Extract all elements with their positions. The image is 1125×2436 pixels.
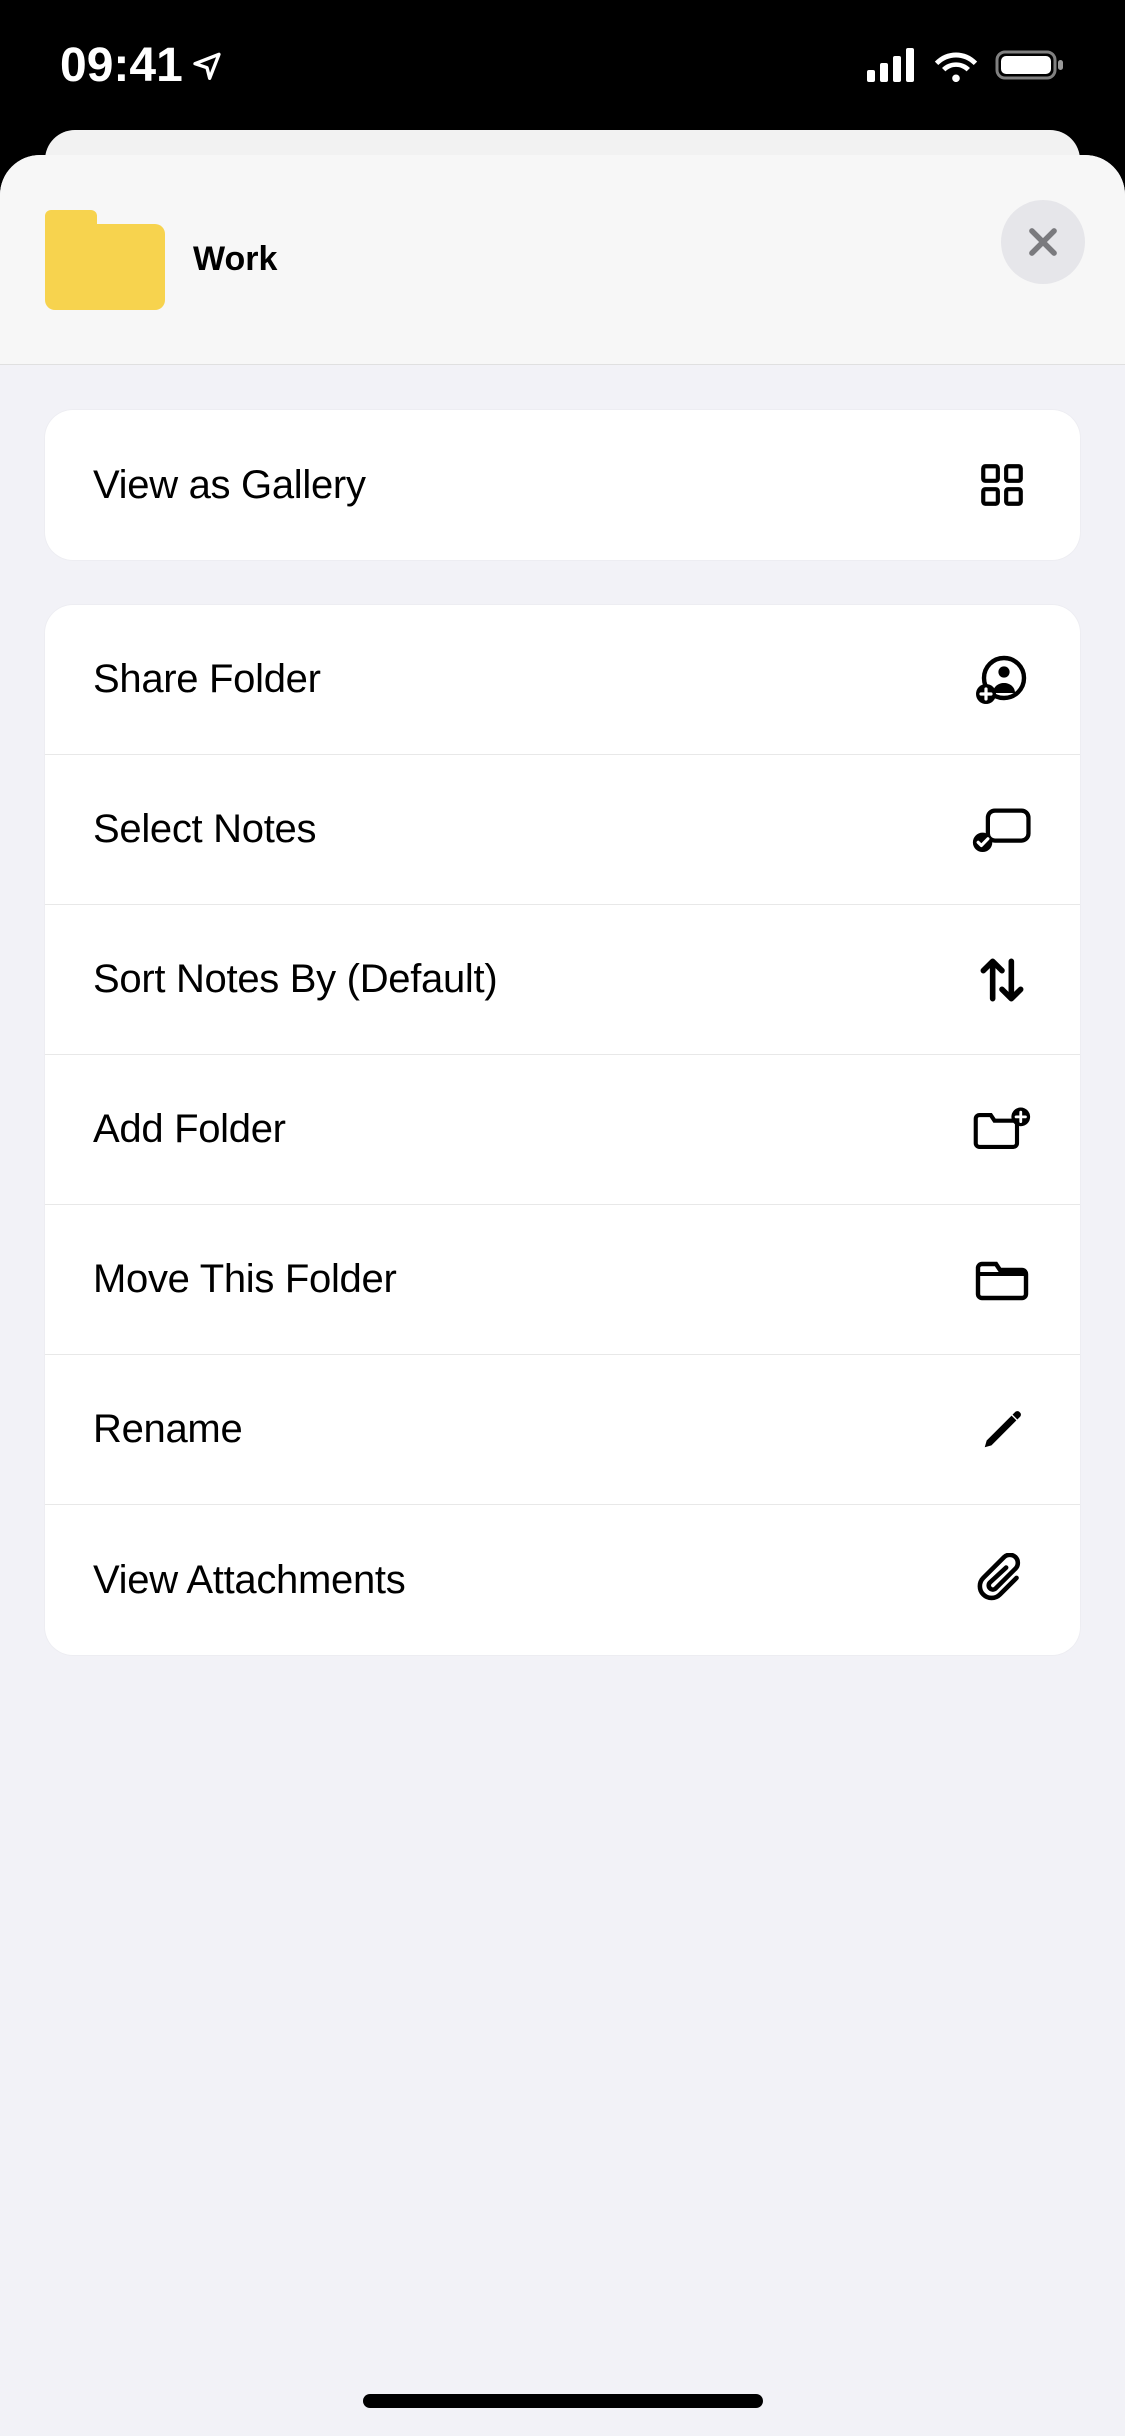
sheet-header: Work: [0, 155, 1125, 365]
menu-label: Select Notes: [93, 807, 316, 852]
sheet-content: View as Gallery Share Folder: [0, 365, 1125, 1745]
paperclip-icon: [972, 1550, 1032, 1610]
menu-label: Rename: [93, 1407, 242, 1452]
close-button[interactable]: [1001, 200, 1085, 284]
status-time: 09:41: [60, 38, 223, 93]
action-sheet: Work View as Gallery: [0, 155, 1125, 2436]
move-folder-button[interactable]: Move This Folder: [45, 1205, 1080, 1355]
menu-label: Sort Notes By (Default): [93, 957, 497, 1002]
sort-notes-button[interactable]: Sort Notes By (Default): [45, 905, 1080, 1055]
folder-outline-icon: [972, 1250, 1032, 1310]
select-icon: [972, 800, 1032, 860]
location-icon: [191, 49, 223, 81]
time-label: 09:41: [60, 38, 183, 93]
menu-label: Move This Folder: [93, 1257, 396, 1302]
status-indicators: [867, 48, 1065, 82]
menu-label: View Attachments: [93, 1558, 405, 1603]
grid-icon: [972, 455, 1032, 515]
share-folder-button[interactable]: Share Folder: [45, 605, 1080, 755]
menu-label: Share Folder: [93, 657, 321, 702]
menu-group-view: View as Gallery: [45, 410, 1080, 560]
menu-group-actions: Share Folder Select Notes: [45, 605, 1080, 1655]
wifi-icon: [933, 48, 979, 82]
share-person-icon: [972, 650, 1032, 710]
add-folder-icon: [972, 1100, 1032, 1160]
cellular-icon: [867, 48, 917, 82]
rename-button[interactable]: Rename: [45, 1355, 1080, 1505]
home-indicator[interactable]: [363, 2394, 763, 2408]
sort-icon: [972, 950, 1032, 1010]
select-notes-button[interactable]: Select Notes: [45, 755, 1080, 905]
status-bar: 09:41: [0, 0, 1125, 130]
folder-title: Work: [193, 240, 277, 279]
battery-icon: [995, 48, 1065, 82]
folder-icon: [45, 210, 165, 310]
menu-label: Add Folder: [93, 1107, 286, 1152]
menu-label: View as Gallery: [93, 463, 366, 508]
close-icon: [1024, 223, 1062, 261]
view-as-gallery-button[interactable]: View as Gallery: [45, 410, 1080, 560]
add-folder-button[interactable]: Add Folder: [45, 1055, 1080, 1205]
view-attachments-button[interactable]: View Attachments: [45, 1505, 1080, 1655]
pencil-icon: [972, 1400, 1032, 1460]
